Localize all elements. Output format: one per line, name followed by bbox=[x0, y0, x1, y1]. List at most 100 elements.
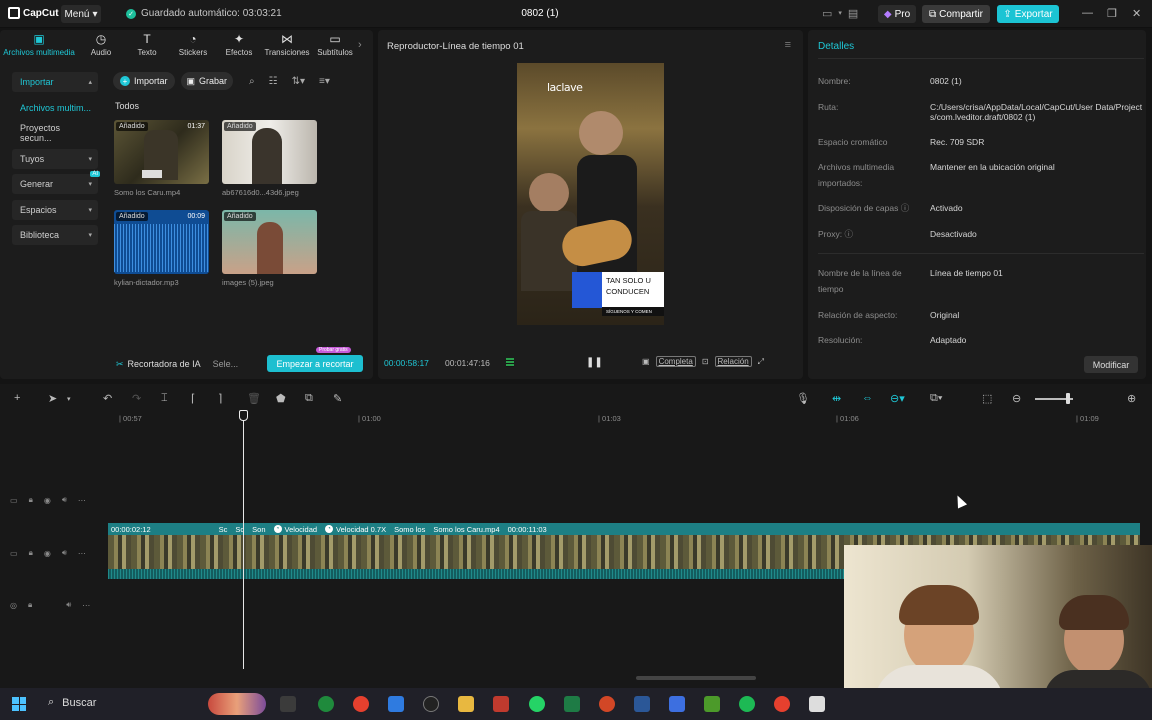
sort-icon[interactable]: ⇅▾ bbox=[292, 76, 305, 87]
time-ruler[interactable]: | 00:57 | 01:00 | 01:03 | 01:06 | 01:09 bbox=[108, 412, 1152, 426]
audio-icon[interactable]: 🔊︎ bbox=[62, 495, 67, 505]
share-button[interactable]: ⧉ Compartir bbox=[922, 5, 990, 23]
tab-transitions[interactable]: ⋈ Transiciones bbox=[262, 30, 312, 62]
undo-icon[interactable]: ↶ bbox=[103, 392, 112, 405]
search-icon[interactable]: ⌕ bbox=[249, 76, 255, 87]
tab-media[interactable]: ▣ Archivos multimedia bbox=[0, 30, 78, 62]
spotify-icon[interactable] bbox=[739, 696, 755, 712]
more-icon[interactable]: ⋯ bbox=[78, 496, 86, 505]
nav-media-files[interactable]: Archivos multim... bbox=[12, 98, 98, 118]
video-clip-header[interactable]: 00:00:02:12 Sc Sc Son ◔ Velocidad ◔ Veloci… bbox=[108, 523, 1140, 535]
zoom-in-icon[interactable]: ⊕ bbox=[1127, 392, 1136, 405]
nav-yours[interactable]: Tuyos ▾ bbox=[12, 148, 98, 169]
more-icon[interactable]: ⋯ bbox=[78, 549, 86, 558]
video-preview[interactable]: laclave TAN SOLO U CONDUCEN SÍGUENOS Y C… bbox=[517, 63, 664, 325]
fullscreen-icon[interactable]: ⤢ bbox=[758, 357, 764, 367]
minecraft-icon[interactable] bbox=[704, 696, 720, 712]
aspect-ratio-button[interactable]: Relación bbox=[714, 356, 752, 367]
select-label[interactable]: Sele... bbox=[213, 359, 239, 369]
freeze-icon[interactable]: ⧉ bbox=[305, 392, 313, 405]
media-item[interactable]: Añadido images (5).jpeg bbox=[222, 210, 317, 287]
chrome-icon[interactable] bbox=[774, 696, 790, 712]
layout-icon[interactable]: ▭ bbox=[822, 7, 832, 20]
grid-view-icon[interactable]: ☷ bbox=[269, 76, 278, 87]
copilot-icon[interactable] bbox=[388, 696, 404, 712]
start-crop-button[interactable]: Empezar a recortar bbox=[267, 355, 363, 372]
preview-axis-icon[interactable]: ⧉▾ bbox=[930, 392, 942, 405]
task-view-icon[interactable] bbox=[280, 696, 296, 712]
file-explorer-icon[interactable] bbox=[458, 696, 474, 712]
edge-icon[interactable] bbox=[318, 696, 334, 712]
lock-icon[interactable]: 🔒︎ bbox=[29, 548, 33, 558]
tab-text[interactable]: T Texto bbox=[124, 30, 170, 62]
media-item[interactable]: Añadido 01:37 Somo los Caru.mp4 bbox=[114, 120, 209, 197]
chrome-icon[interactable] bbox=[353, 696, 369, 712]
select-cursor-icon[interactable]: ➤ bbox=[48, 392, 57, 405]
audio-icon[interactable]: 🔊︎ bbox=[66, 600, 71, 610]
calendar-icon[interactable] bbox=[809, 696, 825, 712]
modify-button[interactable]: Modificar bbox=[1084, 356, 1138, 373]
snapshot-icon[interactable]: ▣ bbox=[642, 357, 650, 366]
marker-icon[interactable]: ⬟ bbox=[276, 392, 286, 405]
app-icon[interactable] bbox=[493, 696, 509, 712]
trim-right-icon[interactable]: ⌉ bbox=[218, 392, 222, 405]
taskbar-search[interactable]: ⌕ Buscar bbox=[48, 696, 96, 709]
trim-left-icon[interactable]: ⌈ bbox=[191, 392, 195, 405]
link-icon[interactable]: ⊖▾ bbox=[890, 392, 905, 405]
microphone-icon[interactable]: 🎙 bbox=[796, 392, 810, 405]
capcut-taskbar-icon[interactable] bbox=[423, 696, 439, 712]
crop-icon[interactable]: ⊡ bbox=[702, 357, 709, 366]
redo-icon[interactable]: ↷ bbox=[132, 392, 141, 405]
import-button[interactable]: + Importar bbox=[113, 72, 175, 90]
close-icon[interactable]: ✕ bbox=[1132, 7, 1141, 20]
nav-library[interactable]: Biblioteca ▾ bbox=[12, 225, 98, 245]
filter-icon[interactable]: ≡▾ bbox=[319, 76, 330, 87]
excel-icon[interactable] bbox=[564, 696, 580, 712]
pro-button[interactable]: ◆ Pro bbox=[878, 5, 916, 23]
tab-stickers[interactable]: ◔ Stickers bbox=[170, 30, 216, 62]
chevron-down-icon[interactable]: ▾ bbox=[838, 7, 842, 20]
auto-snap-icon[interactable]: ⇔ bbox=[862, 392, 873, 404]
eye-icon[interactable]: ◉ bbox=[44, 549, 51, 558]
media-item[interactable]: Añadido 00:09 kylian-dictador.mp3 bbox=[114, 210, 209, 287]
tab-effects[interactable]: ✦ Efectos bbox=[216, 30, 262, 62]
audio-icon[interactable]: 🔊︎ bbox=[62, 548, 67, 558]
media-item[interactable]: Añadido ab67616d0...43d6.jpeg bbox=[222, 120, 317, 197]
menu-icon[interactable]: ≡ bbox=[785, 39, 791, 51]
plus-icon[interactable]: + bbox=[14, 392, 20, 404]
more-icon[interactable]: ⋯ bbox=[82, 601, 90, 610]
menu-button[interactable]: Menú ▾ bbox=[61, 5, 101, 23]
playhead-handle[interactable] bbox=[239, 410, 248, 421]
app-icon[interactable] bbox=[669, 696, 685, 712]
chevron-right-icon[interactable]: › bbox=[358, 30, 362, 62]
horizontal-scrollbar[interactable] bbox=[636, 676, 756, 680]
split-icon[interactable]: ⌶ bbox=[161, 392, 168, 405]
lock-icon[interactable]: 🔒︎ bbox=[28, 600, 32, 610]
whatsapp-icon[interactable] bbox=[529, 696, 545, 712]
tab-subtitles[interactable]: ▭ Subtítulos bbox=[312, 30, 358, 62]
lock-icon[interactable]: 🔒︎ bbox=[29, 495, 33, 505]
nav-generate[interactable]: Generar ▾ AI bbox=[12, 171, 100, 194]
fit-icon[interactable]: ⬚ bbox=[982, 392, 992, 405]
zoom-out-icon[interactable]: ⊖ bbox=[1012, 392, 1021, 405]
windows-start-icon[interactable] bbox=[12, 697, 26, 711]
chevron-down-icon[interactable]: ▾ bbox=[67, 395, 71, 403]
edit-icon[interactable]: ✎ bbox=[333, 392, 342, 405]
delete-icon[interactable]: 🗑 bbox=[247, 392, 261, 405]
tab-audio[interactable]: ◷ Audio bbox=[78, 30, 124, 62]
nav-import[interactable]: Importar ▴ bbox=[12, 72, 98, 92]
main-track-magnet-icon[interactable]: ⇹ bbox=[832, 392, 841, 405]
shortcuts-icon[interactable]: ▤ bbox=[848, 7, 858, 20]
pause-icon[interactable]: ❚❚ bbox=[586, 357, 603, 368]
minimize-icon[interactable]: — bbox=[1082, 7, 1093, 19]
eye-icon[interactable]: ◉ bbox=[44, 496, 51, 505]
record-button[interactable]: ▣ Grabar bbox=[180, 72, 234, 90]
playhead[interactable] bbox=[243, 411, 244, 669]
zoom-slider-handle[interactable] bbox=[1066, 393, 1070, 404]
powerpoint-icon[interactable] bbox=[599, 696, 615, 712]
sneaker-widget-icon[interactable] bbox=[208, 693, 266, 715]
restore-icon[interactable]: ❐ bbox=[1107, 7, 1117, 20]
nav-secondary-projects[interactable]: Proyectos secun... bbox=[12, 123, 98, 143]
word-icon[interactable] bbox=[634, 696, 650, 712]
export-button[interactable]: ⇪ Exportar bbox=[997, 5, 1059, 23]
